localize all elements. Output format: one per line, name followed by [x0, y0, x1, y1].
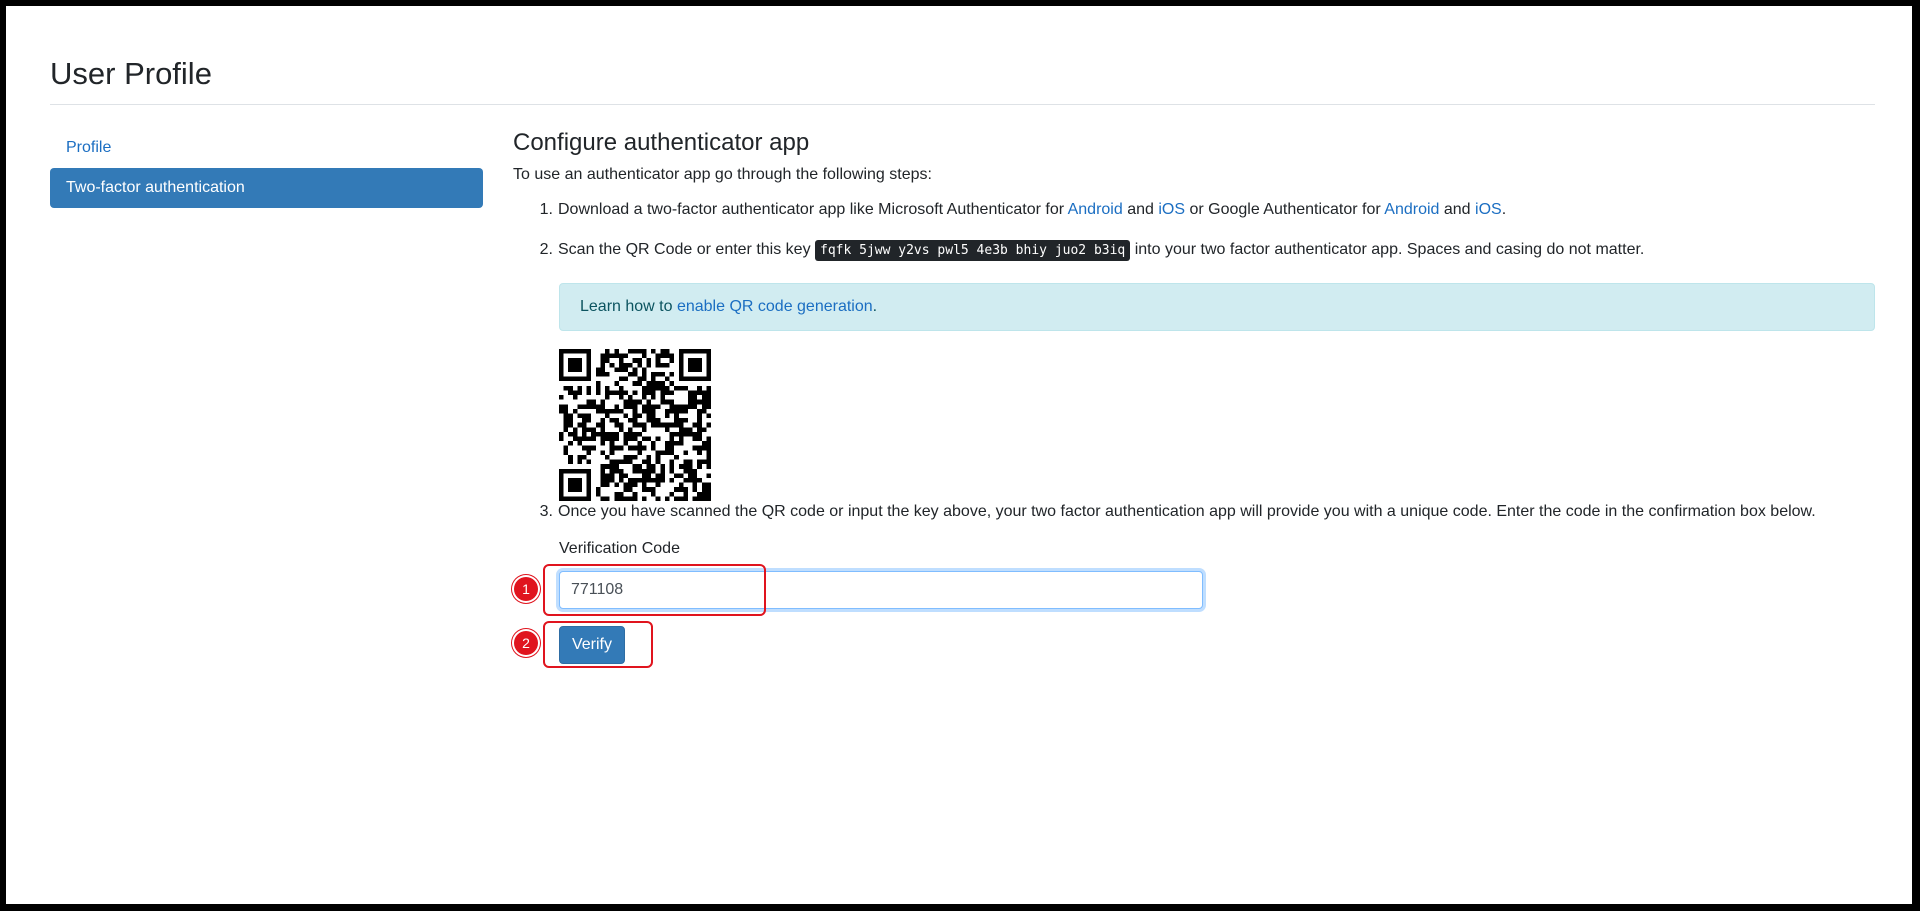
link-ios-microsoft[interactable]: iOS [1158, 201, 1185, 218]
step-number: 1. [539, 201, 553, 218]
enable-qr-link[interactable]: enable QR code generation [677, 298, 873, 315]
annotation-badge-1: 1 [512, 575, 540, 603]
step-2: 2. Scan the QR Code or enter this key fqf… [513, 238, 1644, 263]
annotation-box-2 [543, 621, 653, 668]
step-2-text-a: Scan the QR Code or enter this key [558, 241, 816, 258]
annotation-box-1 [543, 564, 766, 616]
step-number: 3. [539, 503, 553, 520]
step-number: 2. [539, 241, 553, 258]
link-android-google[interactable]: Android [1384, 201, 1439, 218]
sidebar-nav: Profile Two-factor authentication [50, 128, 483, 208]
step-1-text-e: . [1501, 201, 1507, 218]
info-alert: Learn how to enable QR code generation. [559, 283, 1875, 331]
link-ios-google[interactable]: iOS [1475, 201, 1502, 218]
page-title: User Profile [50, 56, 212, 91]
step-3-text: Once you have scanned the QR code or inp… [558, 503, 1816, 520]
step-1-text-c: or Google Authenticator for [1185, 201, 1385, 218]
step-1-text-a: Download a two-factor authenticator app … [558, 201, 1068, 218]
title-divider [50, 104, 1875, 105]
step-1-text-b: and [1122, 201, 1159, 218]
main-content: Configure authenticator app To use an au… [512, 126, 1875, 668]
step-1-text-d: and [1439, 201, 1476, 218]
page-frame: User Profile Profile Two-factor authenti… [6, 6, 1912, 904]
authenticator-key: fqfk 5jww y2vs pwl5 4e3b bhiy juo2 b3iq [815, 240, 1131, 261]
qr-code [559, 349, 711, 501]
step-1: 1. Download a two-factor authenticator ap… [513, 198, 1506, 222]
link-android-microsoft[interactable]: Android [1068, 201, 1123, 218]
verification-code-label: Verification Code [559, 540, 680, 557]
section-title: Configure authenticator app [513, 129, 810, 156]
intro-text: To use an authenticator app go through t… [513, 166, 932, 183]
alert-text-b: . [872, 298, 878, 315]
alert-text-a: Learn how to [580, 298, 677, 315]
step-3: 3. Once you have scanned the QR code or i… [513, 500, 1816, 524]
annotation-badge-2: 2 [512, 629, 540, 657]
step-2-text-b: into your two factor authenticator app. … [1130, 241, 1645, 258]
sidebar-item-profile[interactable]: Profile [50, 128, 483, 168]
sidebar-item-two-factor-authentication[interactable]: Two-factor authentication [50, 168, 483, 208]
